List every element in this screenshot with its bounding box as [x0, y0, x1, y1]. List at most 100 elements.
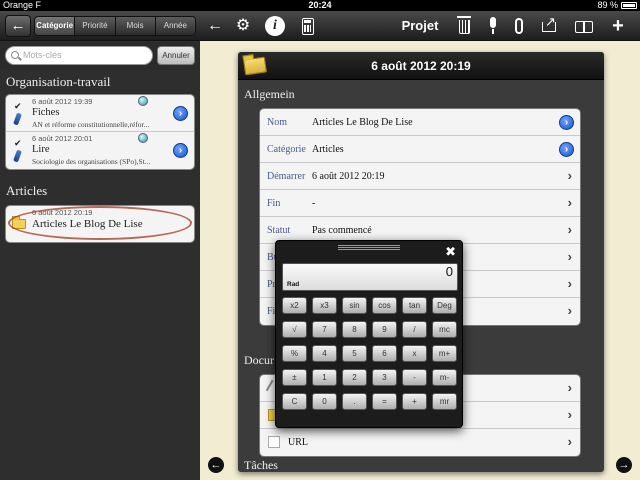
disclosure-icon[interactable]: ›: [559, 115, 574, 130]
key-m-minus[interactable]: m-: [432, 369, 457, 386]
chevron-right-icon: ›: [567, 380, 572, 395]
check-icon: ✔: [14, 138, 22, 148]
field-categorie[interactable]: Catégorie Articles ›: [260, 136, 580, 163]
tab-categorie[interactable]: Catégorie: [35, 17, 76, 35]
drag-handle[interactable]: [338, 245, 400, 251]
field-demarrer[interactable]: Démarrer 6 août 2012 20:19 ›: [260, 163, 580, 190]
item-title: Lire: [32, 144, 50, 155]
left-panel: ← Catégorie Priorité Mois Année Mots-clé…: [0, 11, 200, 480]
key-multiply[interactable]: x: [402, 345, 427, 362]
key-2[interactable]: 2: [342, 369, 367, 386]
back-button[interactable]: ←: [5, 15, 31, 37]
group-list-articles: 6 août 2012 20:19 Articles Le Blog De Li…: [5, 205, 195, 243]
chevron-right-icon: ›: [567, 434, 572, 449]
key-x2[interactable]: x2: [282, 297, 307, 314]
field-value: Articles: [312, 144, 344, 155]
key-3[interactable]: 3: [372, 369, 397, 386]
highlight-annotation: [8, 206, 192, 240]
key-x3[interactable]: x3: [312, 297, 337, 314]
search-placeholder: Mots-clés: [23, 50, 62, 60]
tab-priorite[interactable]: Priorité: [75, 17, 116, 35]
key-percent[interactable]: %: [282, 345, 307, 362]
tab-mois[interactable]: Mois: [115, 17, 156, 35]
chevron-right-icon: ›: [567, 249, 572, 264]
key-4[interactable]: 4: [312, 345, 337, 362]
key-5[interactable]: 5: [342, 345, 367, 362]
disclosure-icon[interactable]: ›: [173, 106, 188, 121]
chevron-right-icon: ›: [567, 303, 572, 318]
key-mr[interactable]: mr: [432, 393, 457, 410]
add-icon[interactable]: +: [608, 16, 628, 36]
check-icon: ✔: [14, 101, 22, 111]
chevron-right-icon: ›: [567, 168, 572, 183]
field-value: Articles Le Blog De Lise: [312, 117, 413, 128]
share-icon[interactable]: [542, 12, 556, 32]
key-0[interactable]: 0: [312, 393, 337, 410]
key-divide[interactable]: /: [402, 321, 427, 338]
key-plus[interactable]: +: [402, 393, 427, 410]
key-8[interactable]: 8: [342, 321, 367, 338]
chevron-right-icon: ›: [567, 195, 572, 210]
field-label: Fin: [267, 198, 281, 209]
item-subtitle: Sociologie des organisations (SPo),St...: [32, 157, 151, 166]
next-arrow-icon[interactable]: →: [616, 457, 632, 473]
back-arrow-icon[interactable]: ←: [205, 16, 225, 36]
pin-icon: [13, 112, 22, 126]
key-sin[interactable]: sin: [342, 297, 367, 314]
key-cos[interactable]: cos: [372, 297, 397, 314]
chevron-right-icon: ›: [567, 222, 572, 237]
globe-icon: [138, 96, 148, 106]
key-1[interactable]: 1: [312, 369, 337, 386]
key-m-plus[interactable]: m+: [432, 345, 457, 362]
document-date: 6 août 2012 20:19: [371, 59, 471, 73]
disclosure-icon[interactable]: ›: [173, 143, 188, 158]
left-toolbar: ← Catégorie Priorité Mois Année: [0, 11, 200, 41]
document-row-url[interactable]: URL ›: [260, 429, 580, 456]
key-sqrt[interactable]: √: [282, 321, 307, 338]
info-icon[interactable]: i: [265, 16, 285, 36]
search-input[interactable]: Mots-clés: [5, 46, 153, 65]
key-plus-minus[interactable]: ±: [282, 369, 307, 386]
calculator-popover: ✖ 0 Rad x2 x3 sin cos tan Deg √ 7 8 9 / …: [275, 240, 463, 428]
microphone-icon[interactable]: [490, 17, 496, 34]
key-tan[interactable]: tan: [402, 297, 427, 314]
gear-icon[interactable]: ⚙: [233, 16, 253, 36]
cancel-button[interactable]: Annuler: [157, 46, 195, 65]
key-mc[interactable]: mc: [432, 321, 457, 338]
list-item[interactable]: ✔ 6 août 2012 19:39 Fiches AN et réforme…: [6, 95, 194, 132]
disclosure-icon[interactable]: ›: [559, 142, 574, 157]
key-9[interactable]: 9: [372, 321, 397, 338]
previous-arrow-icon[interactable]: ←: [208, 457, 224, 473]
list-item[interactable]: ✔ 6 août 2012 20:01 Lire Sociologie des …: [6, 132, 194, 169]
key-6[interactable]: 6: [372, 345, 397, 362]
key-decimal[interactable]: .: [342, 393, 367, 410]
status-bar: Orange F 20:24 89 %: [0, 0, 640, 11]
list-item-selected[interactable]: 6 août 2012 20:19 Articles Le Blog De Li…: [6, 206, 194, 242]
book-icon[interactable]: [575, 21, 593, 33]
calculator-icon[interactable]: [302, 18, 314, 35]
field-label: Nom: [267, 117, 287, 128]
item-date: 6 août 2012 19:39: [32, 97, 93, 106]
key-deg[interactable]: Deg: [432, 297, 457, 314]
document-header: 6 août 2012 20:19: [238, 52, 604, 80]
field-fin[interactable]: Fin - ›: [260, 190, 580, 217]
globe-icon: [138, 133, 148, 143]
field-label: Catégorie: [267, 144, 306, 155]
key-equals[interactable]: =: [372, 393, 397, 410]
key-clear[interactable]: C: [282, 393, 307, 410]
paperclip-icon[interactable]: [515, 18, 523, 34]
search-icon: [11, 51, 19, 59]
document-label: URL: [288, 437, 308, 448]
field-nom[interactable]: Nom Articles Le Blog De Lise ›: [260, 109, 580, 136]
trash-icon[interactable]: [457, 16, 471, 34]
battery-icon: [621, 2, 637, 9]
close-icon[interactable]: ✖: [445, 245, 456, 258]
key-7[interactable]: 7: [312, 321, 337, 338]
group-title-organisation: Organisation-travail: [6, 74, 111, 89]
group-list-organisation: ✔ 6 août 2012 19:39 Fiches AN et réforme…: [5, 94, 195, 170]
key-minus[interactable]: -: [402, 369, 427, 386]
tab-annee[interactable]: Année: [155, 17, 195, 35]
item-subtitle: AN et réforme constitutionnelle,réfor...: [32, 120, 150, 129]
battery-percent: 89 %: [597, 0, 618, 10]
url-icon: [268, 436, 280, 448]
